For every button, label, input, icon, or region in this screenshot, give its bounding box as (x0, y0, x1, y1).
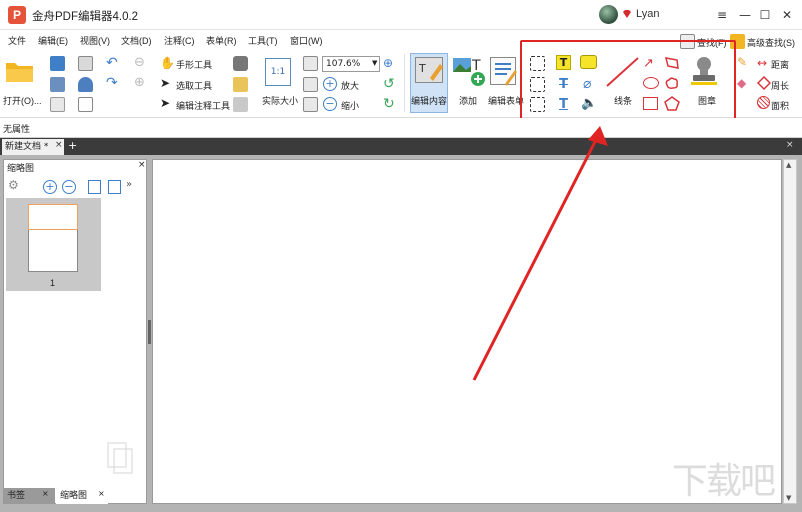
svg-text:T: T (471, 58, 481, 74)
edit-content-icon: T (415, 57, 443, 83)
panel-splitter-handle[interactable] (148, 320, 151, 344)
menu-window[interactable]: 窗口(W) (290, 34, 323, 47)
magnifier-icon[interactable]: ⊕ (383, 56, 393, 70)
properties-bar (0, 118, 802, 138)
folder-open-icon[interactable] (5, 58, 35, 84)
site-watermark: 下载吧 (672, 461, 776, 502)
open-button-label[interactable]: 打开(O)... (3, 94, 42, 107)
menu-comment[interactable]: 注释(C) (164, 34, 195, 47)
pencil-icon[interactable]: ✎ (737, 55, 747, 69)
undo-icon[interactable]: ↶ (106, 55, 118, 71)
camera-icon[interactable] (233, 56, 248, 71)
ribbon-divider (404, 54, 405, 112)
zoom-out-icon[interactable]: − (323, 97, 337, 111)
pages-watermark-icon (106, 441, 136, 475)
forward-icon[interactable]: ⊕ (134, 75, 145, 90)
settings-gear-icon[interactable]: ⚙ (8, 178, 19, 192)
hand-icon: ✋ (160, 56, 175, 70)
export-icon[interactable] (50, 97, 65, 112)
menu-view[interactable]: 视图(V) (80, 34, 110, 47)
edit-content-label: 编辑内容 (411, 96, 448, 106)
add-content-icon: T (452, 56, 486, 86)
close-button[interactable]: ✕ (777, 5, 797, 25)
annotation-highlight-box (520, 40, 736, 124)
maximize-button[interactable]: ☐ (755, 5, 775, 25)
cloud-icon[interactable] (78, 77, 93, 92)
thumbnail-viewport-frame (28, 204, 78, 230)
zoom-in-icon[interactable]: + (323, 77, 337, 91)
menu-document[interactable]: 文档(D) (121, 34, 152, 47)
actual-size-icon: 1:1 (265, 58, 291, 86)
rotate-left-icon[interactable]: ↺ (383, 76, 395, 92)
fit-width-icon[interactable] (303, 77, 318, 92)
tab-bookmarks-close-icon[interactable]: × (42, 489, 49, 498)
actual-size-label[interactable]: 实际大小 (262, 94, 298, 107)
advanced-find-label[interactable]: 高级查找(S) (747, 36, 795, 49)
user-avatar[interactable] (599, 5, 618, 24)
edit-form-label[interactable]: 编辑表单 (488, 94, 524, 107)
thumb-zoom-in-icon[interactable]: + (43, 180, 57, 194)
add-label[interactable]: 添加 (459, 94, 477, 107)
rotate-right-icon[interactable]: ↻ (383, 96, 395, 112)
eraser-icon[interactable]: ◆ (737, 76, 746, 90)
menu-form[interactable]: 表单(R) (206, 34, 237, 47)
rotate-page-right-icon[interactable] (108, 180, 121, 194)
thumb-zoom-out-icon[interactable]: − (62, 180, 76, 194)
app-logo-icon: P (8, 6, 26, 24)
thumbnail-panel-title: 缩略图 (7, 163, 35, 173)
perimeter-icon (756, 75, 772, 93)
tab-bookmarks-label: 书签 (7, 491, 26, 501)
add-tab-icon[interactable]: + (68, 139, 77, 153)
distance-icon: ↔ (757, 56, 768, 70)
hand-tool-label[interactable]: 手形工具 (176, 58, 212, 71)
window-title: 金舟PDF编辑器4.0.2 (32, 11, 139, 23)
panel-close-icon[interactable]: × (138, 160, 146, 170)
close-all-tabs-icon[interactable]: × (786, 140, 794, 150)
menu-file[interactable]: 文件 (8, 34, 26, 47)
paste-icon[interactable] (233, 77, 248, 92)
save-icon[interactable] (50, 56, 65, 71)
svg-text:T: T (418, 62, 426, 75)
area-icon (757, 96, 770, 109)
tab-thumbnails-close-icon[interactable]: × (98, 489, 105, 498)
tab-close-icon[interactable]: × (55, 140, 63, 150)
email-icon[interactable] (78, 56, 93, 71)
new-doc-icon[interactable] (78, 97, 93, 112)
edit-form-icon (490, 57, 517, 86)
distance-label[interactable]: 距离 (771, 58, 789, 71)
zoom-out-label[interactable]: 缩小 (341, 99, 359, 112)
menu-lines-icon[interactable]: ≡ (712, 5, 732, 25)
user-name[interactable]: Lyan (636, 8, 659, 20)
edit-annot-tool-label[interactable]: 编辑注释工具 (176, 99, 230, 112)
document-tab-bar (0, 138, 802, 155)
fit-visible-icon[interactable] (303, 97, 318, 112)
annot-cursor-icon: ➤ (160, 96, 171, 110)
typewriter-icon[interactable] (233, 97, 248, 112)
chevron-down-icon[interactable]: ▼ (372, 59, 377, 67)
page-number: 1 (50, 278, 56, 288)
scroll-up-icon[interactable]: ▲ (786, 161, 791, 169)
red-arrow-annotation (472, 126, 608, 381)
vertical-scrollbar[interactable] (783, 159, 797, 504)
menu-edit[interactable]: 编辑(E) (38, 34, 68, 47)
tab-thumbnails-label: 缩略图 (60, 491, 88, 501)
redo-icon[interactable]: ↷ (106, 75, 118, 91)
select-tool-label[interactable]: 选取工具 (176, 79, 212, 92)
cursor-icon: ➤ (160, 76, 171, 90)
no-properties-label: 无属性 (3, 124, 31, 134)
double-chevron-down-icon[interactable]: » (126, 179, 132, 190)
back-icon[interactable]: ⊖ (134, 55, 145, 70)
scroll-down-icon[interactable]: ▼ (786, 494, 791, 502)
perimeter-label[interactable]: 周长 (771, 79, 789, 92)
print-icon[interactable] (50, 77, 65, 92)
vip-diamond-icon (622, 9, 632, 19)
menu-tools[interactable]: 工具(T) (248, 34, 278, 47)
area-label[interactable]: 面积 (771, 99, 789, 112)
fit-page-icon[interactable] (303, 56, 318, 71)
minimize-button[interactable]: — (735, 5, 755, 25)
zoom-in-label[interactable]: 放大 (341, 79, 359, 92)
rotate-page-left-icon[interactable] (88, 180, 101, 194)
